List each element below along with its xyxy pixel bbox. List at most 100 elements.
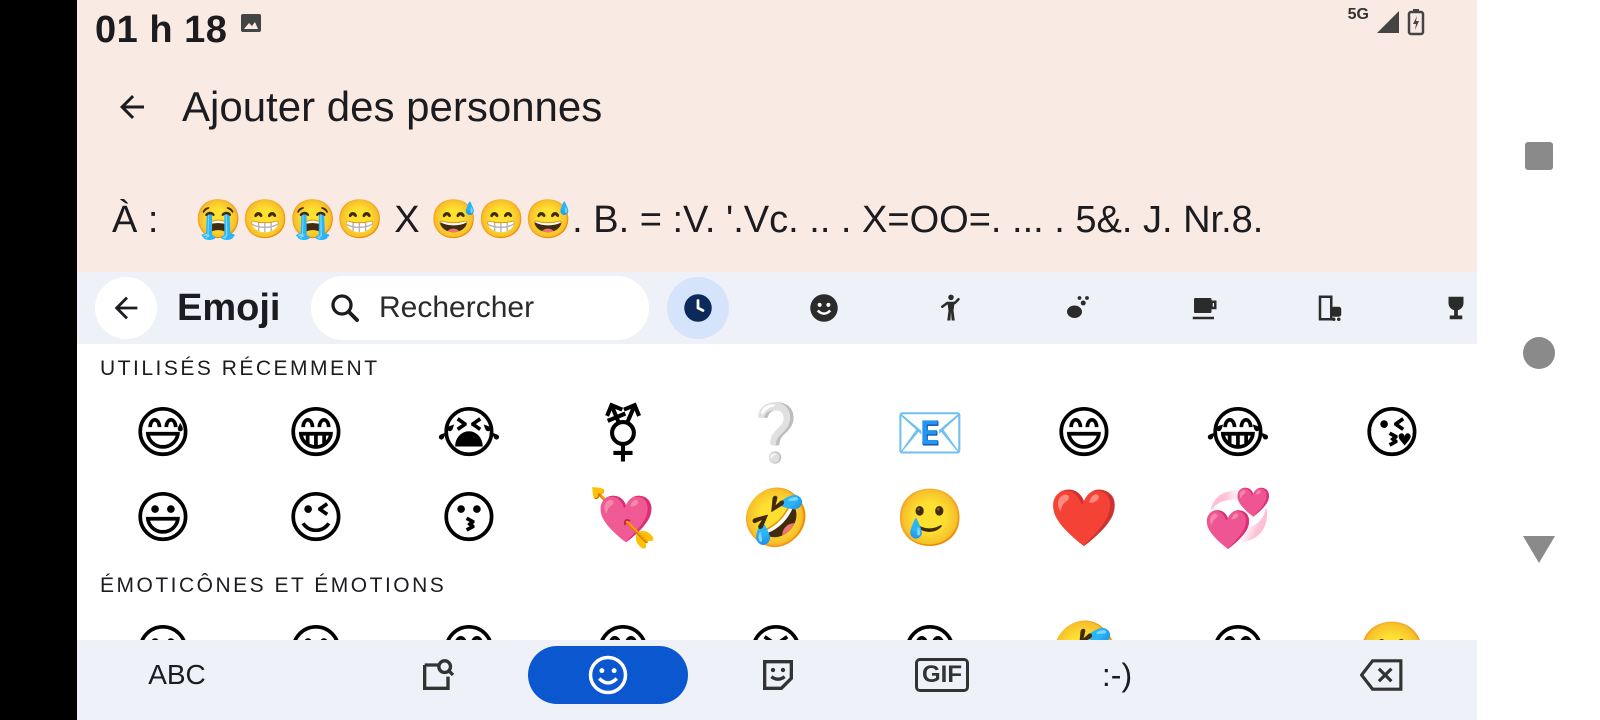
emoji-key[interactable]: 😄 — [1039, 394, 1129, 474]
smiley-icon — [588, 655, 628, 695]
activity-icon — [1448, 296, 1464, 320]
emoji-glyph: 😗 — [439, 486, 499, 551]
emoji-key[interactable]: 😃 — [118, 479, 208, 559]
back-button[interactable] — [97, 72, 167, 142]
emotions-emoji-grid: 😀 😃 😄 😁 😆 😅 🤣 😂 🙂 — [77, 612, 1477, 641]
emoji-glyph: 🤣 — [741, 486, 811, 551]
emoticon-label: :-) — [1101, 656, 1133, 693]
emoticon-button[interactable]: :-) — [1077, 646, 1157, 704]
category-food[interactable] — [1173, 277, 1235, 339]
category-people[interactable] — [920, 277, 982, 339]
emoji-key[interactable]: 😂 — [1193, 612, 1283, 641]
emoji-key[interactable]: 💞 — [1193, 479, 1283, 559]
emoji-key[interactable]: 📧 — [885, 394, 975, 474]
recent-icon — [684, 294, 712, 322]
emoji-key[interactable]: 😁 — [271, 394, 361, 474]
app-screen: 01 h 18 5G Ajouter des personnes À : 😭😁😭… — [77, 0, 1477, 720]
keyboard-bottom-bar: ABC GIF :-) — [77, 640, 1477, 720]
emoji-key[interactable]: 😗 — [424, 479, 514, 559]
backspace-button[interactable] — [1347, 646, 1417, 704]
network-type: 5G — [1347, 6, 1369, 23]
backspace-icon — [1360, 659, 1403, 691]
category-animals[interactable] — [1046, 277, 1108, 339]
status-icons: 5G — [1347, 6, 1425, 36]
emoji-key[interactable]: ❤️ — [1039, 479, 1129, 559]
emoji-key[interactable]: 😂 — [1193, 394, 1283, 474]
emoji-tab-button[interactable] — [528, 646, 688, 704]
sticker-button[interactable] — [747, 646, 809, 704]
emoji-key[interactable]: 😀 — [118, 612, 208, 641]
emoji-key[interactable]: 😁 — [578, 612, 668, 641]
emoji-keyboard-header: Emoji Rechercher — [77, 272, 1477, 344]
emoji-glyph: 🥲 — [895, 486, 965, 551]
recent-emoji-grid: 😅 😁 😭 ⚧ ❔ 📧 😄 😂 😘 😃 😉 😗 💘 🤣 🥲 ❤️ 💞 — [77, 394, 1477, 564]
app-bar: Ajouter des personnes — [97, 72, 602, 142]
category-activities[interactable] — [1425, 277, 1477, 339]
image-notification-icon — [241, 14, 262, 32]
emoji-key[interactable]: 😅 — [885, 612, 975, 641]
emoji-search-input[interactable]: Rechercher — [311, 276, 649, 340]
emotions-section-title: ÉMOTICÔNES ET ÉMOTIONS — [100, 574, 447, 597]
emoji-key[interactable]: 🥲 — [885, 479, 975, 559]
emoji-glyph: 😂 — [1205, 401, 1271, 466]
emoji-glyph: 📧 — [895, 401, 965, 466]
abc-keyboard-button[interactable]: ABC — [127, 646, 227, 704]
emoji-key[interactable]: 🙂 — [1347, 612, 1437, 641]
recents-button[interactable] — [1477, 116, 1600, 196]
arrow-back-icon — [114, 296, 138, 320]
navigation-bar — [1477, 0, 1600, 720]
emoji-key[interactable]: 😉 — [271, 479, 361, 559]
emoji-glyph: 😅 — [901, 624, 959, 641]
emoji-glyph: 😅 — [133, 401, 193, 466]
keyboard-back-button[interactable] — [95, 277, 157, 339]
emoji-glyph: 😄 — [440, 624, 498, 641]
emoji-key[interactable]: ❔ — [731, 394, 821, 474]
animal-icon — [1067, 296, 1089, 318]
triangle-down-icon — [1522, 536, 1555, 563]
emoji-key[interactable]: 💘 — [578, 479, 668, 559]
emoji-key[interactable]: 🤣 — [731, 479, 821, 559]
emoji-key[interactable]: ⚧ — [578, 394, 668, 474]
emoji-key[interactable]: 😘 — [1347, 394, 1437, 474]
emoji-glyph: 💞 — [1203, 486, 1273, 551]
emoji-key[interactable]: 😃 — [271, 612, 361, 641]
emoji-glyph: 😃 — [133, 486, 193, 551]
emoji-key[interactable]: 😄 — [424, 612, 514, 641]
gif-button[interactable]: GIF — [902, 646, 982, 704]
emoji-key[interactable]: 🤣 — [1039, 612, 1129, 641]
emoji-glyph: 😀 — [134, 624, 192, 641]
gif-label: GIF — [915, 658, 969, 692]
page-title: Ajouter des personnes — [182, 83, 603, 130]
category-recent[interactable] — [667, 277, 729, 339]
emoji-glyph: 😉 — [286, 486, 346, 551]
emoji-key[interactable]: 😆 — [731, 612, 821, 641]
emoji-glyph: ❔ — [741, 401, 811, 466]
food-icon — [1192, 298, 1217, 320]
search-placeholder: Rechercher — [379, 291, 535, 324]
emoji-glyph: 😁 — [286, 401, 346, 466]
emoji-glyph: 😁 — [594, 624, 652, 641]
category-smileys[interactable] — [793, 277, 855, 339]
back-nav-button[interactable] — [1477, 509, 1600, 589]
home-button[interactable] — [1477, 313, 1600, 393]
status-bar: 01 h 18 — [95, 8, 263, 52]
recent-section-title: UTILISÉS RÉCEMMENT — [100, 357, 380, 380]
recipients-field[interactable]: À : 😭😁😭😁 X 😅😁😅. B. = :V. '.Vc. .. . X=OO… — [112, 190, 1263, 250]
smiley-icon — [810, 294, 838, 322]
emoji-glyph: 😆 — [747, 624, 805, 641]
emoji-search-sticker-button[interactable] — [407, 646, 469, 704]
emoji-glyph: ❤️ — [1049, 486, 1119, 551]
emoji-glyph: 💘 — [588, 486, 658, 551]
sticker-search-icon — [423, 659, 455, 690]
category-travel[interactable] — [1299, 277, 1361, 339]
emoji-glyph: ⚧ — [599, 401, 647, 466]
emoji-key[interactable]: 😭 — [424, 394, 514, 474]
arrow-back-icon — [120, 95, 144, 119]
search-icon — [315, 290, 375, 326]
travel-icon — [1318, 295, 1342, 321]
clock: 01 h 18 — [95, 8, 228, 51]
emoji-key[interactable]: 😅 — [118, 394, 208, 474]
person-icon — [941, 294, 960, 321]
battery-icon — [1407, 9, 1425, 36]
recipients-input[interactable]: 😭😁😭😁 X 😅😁😅. B. = :V. '.Vc. .. . X=OO=. .… — [194, 198, 1263, 242]
